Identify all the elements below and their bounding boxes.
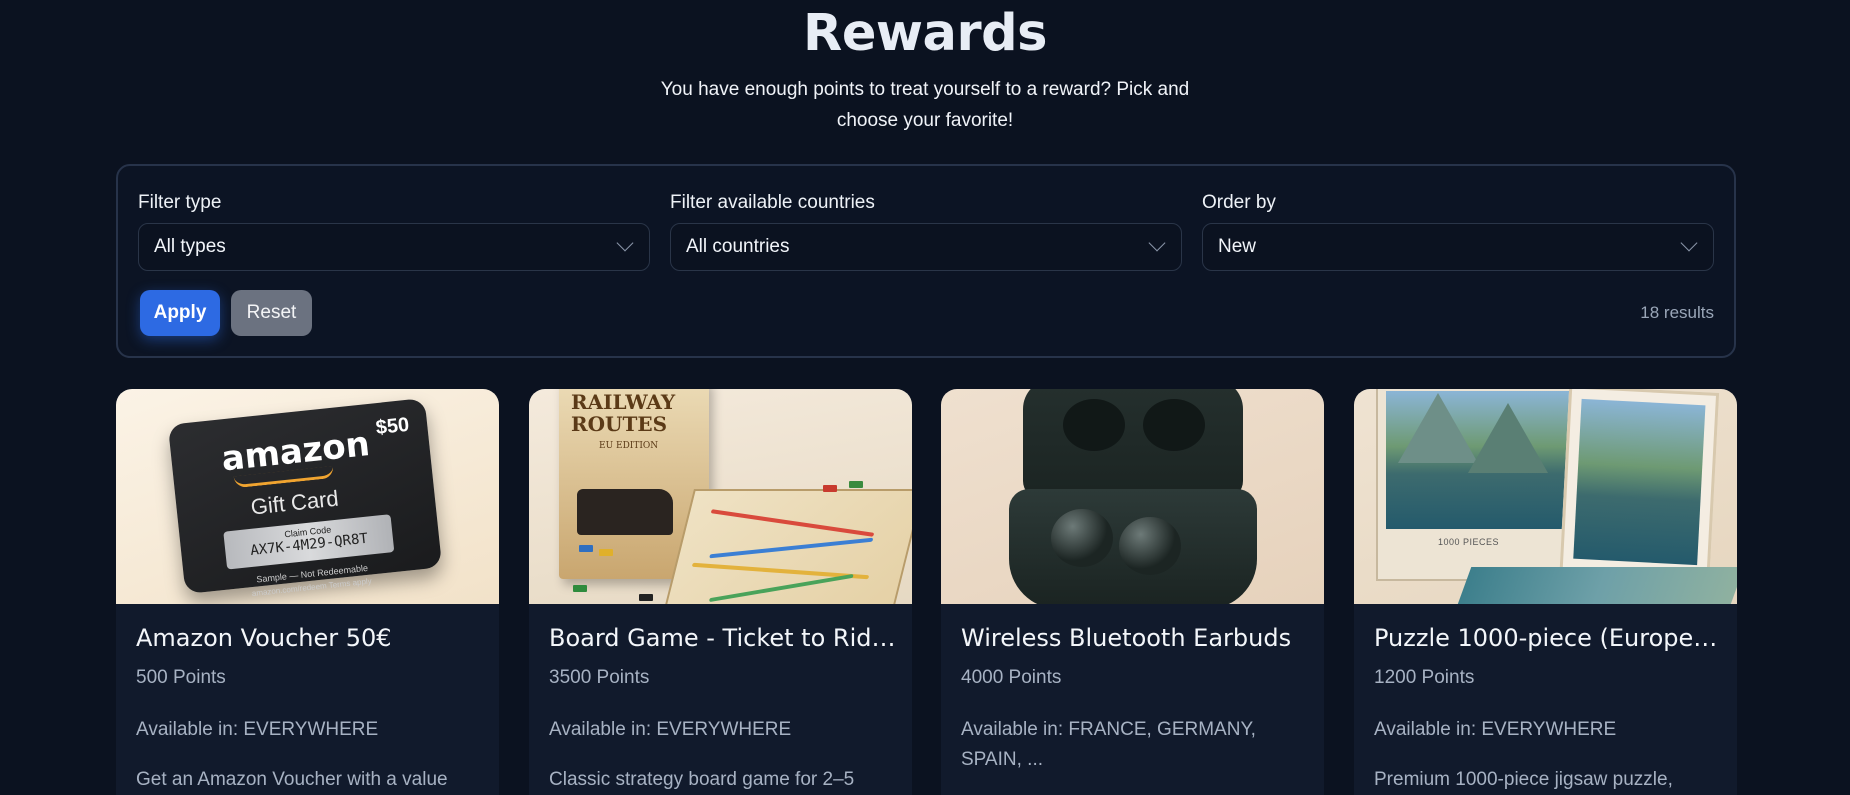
reward-image: 1000 PIECES xyxy=(1354,389,1737,604)
earbud-case-lid xyxy=(1023,389,1243,499)
order-by-select[interactable]: New xyxy=(1202,223,1714,271)
results-count: 18 results xyxy=(1640,303,1714,322)
filter-country-select[interactable]: All countries xyxy=(670,223,1182,271)
reward-image xyxy=(941,389,1324,604)
gift-card-price: $50 xyxy=(374,413,411,440)
puzzle-picture-illustration xyxy=(1558,389,1720,593)
reward-title[interactable]: Amazon Voucher 50€ xyxy=(136,624,486,652)
order-by-value: New xyxy=(1218,236,1257,257)
earbud-left xyxy=(1051,509,1113,567)
game-board-illustration xyxy=(664,489,912,604)
game-box-title: RAILWAY ROUTES xyxy=(571,390,676,436)
earbud-right xyxy=(1119,517,1181,575)
reward-title[interactable]: Puzzle 1000-piece (European Village) xyxy=(1374,624,1724,652)
game-box-subtitle: EU EDITION xyxy=(599,441,659,451)
reward-points: 4000 Points xyxy=(961,667,1062,688)
reward-title[interactable]: Board Game - Ticket to Ride (Europe) xyxy=(549,624,899,652)
reward-card[interactable]: Wireless Bluetooth Earbuds 4000 Points A… xyxy=(941,389,1324,795)
reward-availability: Available in: EVERYWHERE xyxy=(549,719,792,740)
game-piece xyxy=(849,481,863,488)
filter-country-value: All countries xyxy=(686,236,790,257)
chevron-down-icon xyxy=(1148,234,1166,252)
reward-points: 1200 Points xyxy=(1374,667,1475,688)
reward-image: amazon $50 Gift Card Claim Code AX7K-4M2… xyxy=(116,389,499,604)
game-piece xyxy=(599,549,613,556)
train-icon xyxy=(577,489,673,535)
game-piece xyxy=(573,585,587,592)
gift-card-illustration: amazon $50 Gift Card Claim Code AX7K-4M2… xyxy=(167,397,443,598)
puzzle-box-label: 1000 PIECES xyxy=(1438,537,1500,547)
apply-button[interactable]: Apply xyxy=(140,290,220,336)
claim-code-box: Claim Code AX7K-4M29-QR8T xyxy=(223,514,395,570)
puzzle-box-illustration: 1000 PIECES xyxy=(1376,389,1581,581)
reward-points: 3500 Points xyxy=(549,667,650,688)
reward-description: Classic strategy board game for 2–5 xyxy=(549,769,855,790)
chevron-down-icon xyxy=(616,234,634,252)
gift-card-title: Gift Card xyxy=(249,485,340,520)
reward-availability: Available in: FRANCE, GERMANY, SPAIN, ..… xyxy=(961,719,1256,770)
reward-image: RAILWAY ROUTES EU EDITION xyxy=(529,389,912,604)
chevron-down-icon xyxy=(1680,234,1698,252)
reward-availability: Available in: EVERYWHERE xyxy=(1374,719,1617,740)
filter-type-select[interactable]: All types xyxy=(138,223,650,271)
reward-title[interactable]: Wireless Bluetooth Earbuds xyxy=(961,624,1311,652)
reset-button[interactable]: Reset xyxy=(231,290,312,336)
reward-availability: Available in: EVERYWHERE xyxy=(136,719,379,740)
puzzle-pieces xyxy=(1456,567,1737,604)
filter-type-value: All types xyxy=(154,236,226,257)
reward-points: 500 Points xyxy=(136,667,226,688)
page-subtitle: You have enough points to treat yourself… xyxy=(660,79,1190,131)
game-piece xyxy=(639,594,653,601)
order-by-label: Order by xyxy=(1202,192,1276,213)
reward-description: Get an Amazon Voucher with a value xyxy=(136,769,448,790)
filter-panel: Filter type All types Filter available c… xyxy=(116,164,1736,358)
reward-card[interactable]: amazon $50 Gift Card Claim Code AX7K-4M2… xyxy=(116,389,499,795)
reward-card[interactable]: 1000 PIECES Puzzle 1000-piece (European … xyxy=(1354,389,1737,795)
filter-type-label: Filter type xyxy=(138,192,222,213)
reward-description: Premium 1000-piece jigsaw puzzle, xyxy=(1374,769,1673,790)
filter-country-label: Filter available countries xyxy=(670,192,875,213)
page-title: Rewards xyxy=(803,4,1047,63)
game-piece xyxy=(823,485,837,492)
reward-card[interactable]: RAILWAY ROUTES EU EDITION Board Game - T… xyxy=(529,389,912,795)
game-piece xyxy=(579,545,593,552)
